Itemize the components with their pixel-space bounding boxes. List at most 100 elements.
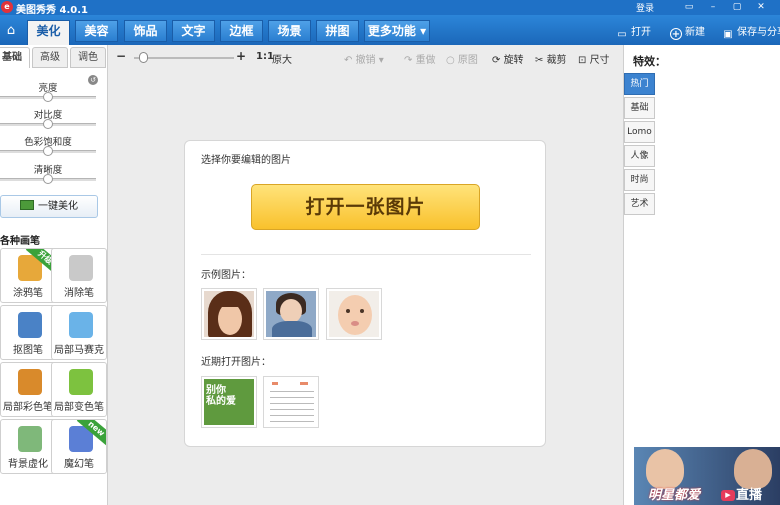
subtab-basic[interactable]: 基础 (0, 47, 30, 68)
play-icon: ▶ (721, 490, 735, 501)
contrast-slider[interactable] (0, 119, 96, 129)
home-icon[interactable]: ⌂ (0, 19, 22, 43)
undo-button[interactable]: ↶ 撤销 ▾ (344, 51, 384, 66)
recent-photo-2 (266, 379, 316, 425)
left-panel: 基础 高级 调色 ↺ 亮度 对比度 色彩饱和度 清晰度 一键美化 各种画笔 涂鸦… (0, 45, 108, 505)
zoom-out-icon[interactable]: − (116, 49, 126, 63)
zoom-slider[interactable] (134, 57, 234, 59)
recent-thumbnail-2[interactable] (263, 376, 319, 428)
app-logo: e (1, 1, 13, 13)
resize-button[interactable]: ⊡ 尺寸 (578, 51, 610, 66)
open-action[interactable]: ▭ 打开 (616, 23, 651, 41)
one-click-beautify-button[interactable]: 一键美化 (0, 195, 98, 218)
redo-button[interactable]: ↷ 重做 (404, 51, 436, 66)
samples-label: 示例图片： (201, 270, 251, 281)
brush-tool-4[interactable]: 局部马赛克 (51, 305, 107, 360)
undo-label: 撤销 (355, 55, 376, 66)
brush-label: 抠图笔 (13, 345, 43, 356)
recent-photo-1-text: 别你 私的爱 (206, 385, 236, 407)
brush-icon (18, 426, 42, 452)
sample-photo-1 (204, 291, 254, 337)
close-button[interactable]: ✕ (754, 1, 768, 13)
subtab-advanced[interactable]: 高级 (32, 47, 68, 68)
redo-icon: ↷ (404, 55, 416, 66)
tab-text[interactable]: 文字 (172, 20, 215, 42)
banner-text-1: 明星都爱 (648, 488, 701, 503)
sample-photo-3 (329, 291, 379, 337)
original-image-button[interactable]: ○ 原图 (446, 51, 478, 66)
brush-tool-7[interactable]: 背景虚化 (0, 419, 56, 474)
brightness-knob[interactable] (43, 92, 53, 102)
brush-tool-8[interactable]: 魔幻笔 new (51, 419, 107, 474)
brush-tool-1[interactable]: 涂鸦笔 升级 (0, 248, 56, 303)
tab-collage[interactable]: 拼图 (316, 20, 359, 42)
resize-icon: ⊡ (578, 55, 590, 66)
brush-icon (18, 369, 42, 395)
brush-tool-2[interactable]: 消除笔 (51, 248, 107, 303)
crop-button[interactable]: ✂ 裁剪 (535, 51, 567, 66)
brush-label: 局部马赛克 (54, 345, 104, 356)
original-size-button[interactable]: 原大 (272, 51, 292, 66)
brightness-slider[interactable] (0, 92, 96, 102)
open-image-card: 选择你要编辑的图片 打开一张图片 示例图片： 近期打开图片： 别你 私的爱 (184, 140, 546, 447)
effects-tab-hot[interactable]: 热门 (624, 73, 655, 95)
open-image-button[interactable]: 打开一张图片 (251, 184, 480, 230)
one-click-label: 一键美化 (38, 201, 78, 212)
app-title: 美图秀秀 4.0.1 (16, 5, 88, 16)
brush-tool-5[interactable]: 局部彩色笔 (0, 362, 56, 417)
tab-border[interactable]: 边框 (220, 20, 263, 42)
tab-more-features[interactable]: 更多功能 ▾ (364, 20, 430, 42)
banner-text-2: 直播 (736, 488, 763, 503)
brush-icon (69, 312, 93, 338)
save-icon: ▣ (723, 29, 733, 40)
recent-thumbnail-1[interactable]: 别你 私的爱 (201, 376, 257, 428)
effects-panel: 特效： 热门 基础 Lomo 人像 时尚 艺术 (623, 45, 780, 505)
brush-label: 魔幻笔 (64, 459, 94, 470)
brush-icon (69, 369, 93, 395)
main-nav: ⌂ 美化 美容 饰品 文字 边框 场景 拼图 更多功能 ▾ ▭ 打开 + 新建 ▣ 保… (0, 15, 780, 45)
zoom-in-icon[interactable]: + (236, 49, 246, 63)
effects-tab-art[interactable]: 艺术 (624, 193, 655, 215)
effects-tab-portrait[interactable]: 人像 (624, 145, 655, 167)
rotate-label: 旋转 (503, 55, 524, 66)
effects-tab-lomo[interactable]: Lomo (624, 121, 655, 143)
sample-thumbnail-1[interactable] (201, 288, 257, 340)
sharpness-knob[interactable] (43, 174, 53, 184)
title-bar: e 美图秀秀 4.0.1 登录 ▭ – ▢ ✕ (0, 0, 780, 16)
new-action[interactable]: + 新建 (670, 23, 705, 40)
zoom-knob[interactable] (139, 52, 148, 63)
tab-scene[interactable]: 场景 (268, 20, 311, 42)
landscape-icon (20, 200, 34, 210)
effects-tab-fashion[interactable]: 时尚 (624, 169, 655, 191)
saturation-knob[interactable] (43, 146, 53, 156)
brush-label: 涂鸦笔 (13, 288, 43, 299)
maximize-button[interactable]: ▢ (730, 1, 744, 13)
circle-icon: ○ (446, 55, 458, 66)
resize-label: 尺寸 (589, 55, 610, 66)
subtab-color[interactable]: 调色 (70, 47, 106, 68)
sample-thumbnail-3[interactable] (326, 288, 382, 340)
redo-label: 重做 (415, 55, 436, 66)
brush-label: 消除笔 (64, 288, 94, 299)
effects-tab-basic[interactable]: 基础 (624, 97, 655, 119)
save-share-action[interactable]: ▣ 保存与分享 (722, 23, 780, 41)
brush-tool-6[interactable]: 局部变色笔 (51, 362, 107, 417)
rotate-button[interactable]: ⟳ 旋转 (492, 51, 524, 66)
crop-label: 裁剪 (546, 55, 567, 66)
tab-accessories[interactable]: 饰品 (124, 20, 167, 42)
sample-thumbnail-2[interactable] (263, 288, 319, 340)
minimize-button[interactable]: – (706, 1, 720, 13)
new-label: 新建 (685, 27, 705, 38)
brush-label: 局部变色笔 (54, 402, 104, 413)
message-icon[interactable]: ▭ (682, 1, 696, 13)
edit-toolbar: − + 1:1 原大 ↶ 撤销 ▾ ↷ 重做 ○ 原图 ⟳ 旋转 ✂ 裁剪 ⊡ … (108, 45, 623, 69)
tab-beautify[interactable]: 美化 (27, 20, 70, 45)
tab-beauty[interactable]: 美容 (75, 20, 118, 42)
brush-label: 局部彩色笔 (3, 402, 53, 413)
login-link[interactable]: 登录 (636, 1, 654, 14)
brush-tool-3[interactable]: 抠图笔 (0, 305, 56, 360)
ad-banner[interactable]: 明星都爱 ▶ 直播 (634, 447, 780, 505)
contrast-knob[interactable] (43, 119, 53, 129)
saturation-slider[interactable] (0, 146, 96, 156)
sharpness-slider[interactable] (0, 174, 96, 184)
